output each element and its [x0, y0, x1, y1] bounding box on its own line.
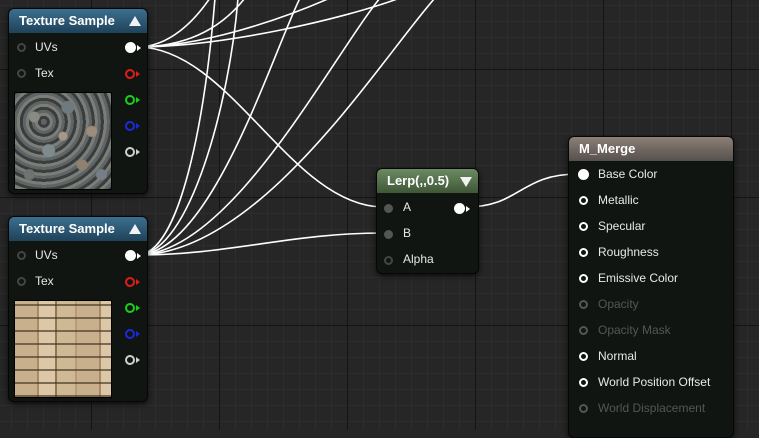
material-input-label: Opacity Mask — [598, 323, 671, 337]
output-arrow-icon — [136, 97, 140, 103]
emissive-color-input-pin[interactable] — [579, 274, 588, 283]
output-arrow-icon — [136, 305, 140, 311]
b-label: B — [403, 226, 412, 240]
output-arrow-icon — [136, 279, 140, 285]
rgb-output-pin[interactable] — [125, 250, 136, 261]
base-color-input-pin[interactable] — [578, 169, 589, 180]
material-input-label: Specular — [598, 219, 646, 233]
uvs-input-pin[interactable] — [17, 251, 26, 260]
material-input-label: Opacity — [598, 297, 639, 311]
node-header[interactable]: Lerp(,,0.5) — [377, 169, 478, 193]
node-title: Texture Sample — [19, 13, 115, 28]
a-output-pin[interactable] — [125, 147, 135, 157]
r-output-pin[interactable] — [125, 277, 135, 287]
texture-thumbnail — [14, 300, 112, 398]
material-input-label: Metallic — [598, 193, 639, 207]
g-output-pin[interactable] — [125, 95, 135, 105]
output-arrow-icon — [136, 149, 140, 155]
node-header[interactable]: M_Merge — [569, 137, 733, 161]
output-arrow-icon — [136, 71, 140, 77]
tex-label: Tex — [35, 66, 54, 80]
material-input-label: World Position Offset — [598, 375, 711, 389]
node-header[interactable]: Texture Sample — [9, 9, 147, 33]
material-input-label: Base Color — [598, 167, 658, 181]
node-header[interactable]: Texture Sample — [9, 217, 147, 241]
tex-input-pin[interactable] — [17, 69, 26, 78]
roughness-input-pin[interactable] — [579, 248, 588, 257]
a-output-pin[interactable] — [125, 355, 135, 365]
b-output-pin[interactable] — [125, 329, 135, 339]
world-displacement-input-pin — [579, 404, 588, 413]
collapse-arrow-icon[interactable] — [129, 16, 141, 26]
collapse-arrow-icon[interactable] — [129, 224, 141, 234]
tex-label: Tex — [35, 274, 54, 288]
specular-input-pin[interactable] — [579, 222, 588, 231]
r-output-pin[interactable] — [125, 69, 135, 79]
node-title: Lerp(,,0.5) — [387, 173, 450, 188]
b-output-pin[interactable] — [125, 121, 135, 131]
wire — [136, 0, 239, 256]
result-output-pin[interactable] — [454, 203, 465, 214]
material-input-label: Emissive Color — [598, 271, 679, 285]
texture-thumbnail — [14, 92, 112, 190]
alpha-label: Alpha — [403, 252, 434, 266]
wire — [136, 0, 216, 256]
opacity-input-pin — [579, 300, 588, 309]
node-title: M_Merge — [579, 141, 636, 156]
wire — [465, 173, 579, 208]
texture-sample-node-2[interactable]: Texture Sample UVs Tex — [8, 216, 148, 402]
material-input-label: Normal — [598, 349, 637, 363]
opacity-mask-input-pin — [579, 326, 588, 335]
texture-sample-node-1[interactable]: Texture Sample UVs Tex — [8, 8, 148, 194]
material-result-node[interactable]: M_Merge Base Color Metallic Specular Rou… — [568, 136, 734, 438]
output-arrow-icon — [136, 331, 140, 337]
rgb-output-pin[interactable] — [125, 42, 136, 53]
alpha-input-pin[interactable] — [384, 256, 393, 265]
material-input-label: World Displacement — [598, 401, 706, 415]
output-arrow-icon — [136, 123, 140, 129]
world-position-offset-input-pin[interactable] — [579, 378, 588, 387]
tex-input-pin[interactable] — [17, 277, 26, 286]
expand-arrow-icon[interactable] — [460, 177, 472, 187]
uvs-input-pin[interactable] — [17, 43, 26, 52]
output-arrow-icon — [466, 206, 470, 212]
wire — [136, 46, 383, 208]
b-input-pin[interactable] — [384, 230, 393, 239]
normal-input-pin[interactable] — [579, 352, 588, 361]
metallic-input-pin[interactable] — [579, 196, 588, 205]
g-output-pin[interactable] — [125, 303, 135, 313]
uvs-label: UVs — [35, 40, 58, 54]
lerp-node[interactable]: Lerp(,,0.5) A B Alpha — [376, 168, 479, 274]
output-arrow-icon — [137, 253, 141, 259]
a-label: A — [403, 200, 412, 214]
node-title: Texture Sample — [19, 221, 115, 236]
uvs-label: UVs — [35, 248, 58, 262]
wire — [136, 232, 383, 256]
wire — [136, 0, 300, 256]
a-input-pin[interactable] — [384, 204, 393, 213]
output-arrow-icon — [136, 357, 140, 363]
material-input-label: Roughness — [598, 245, 659, 259]
output-arrow-icon — [137, 45, 141, 51]
